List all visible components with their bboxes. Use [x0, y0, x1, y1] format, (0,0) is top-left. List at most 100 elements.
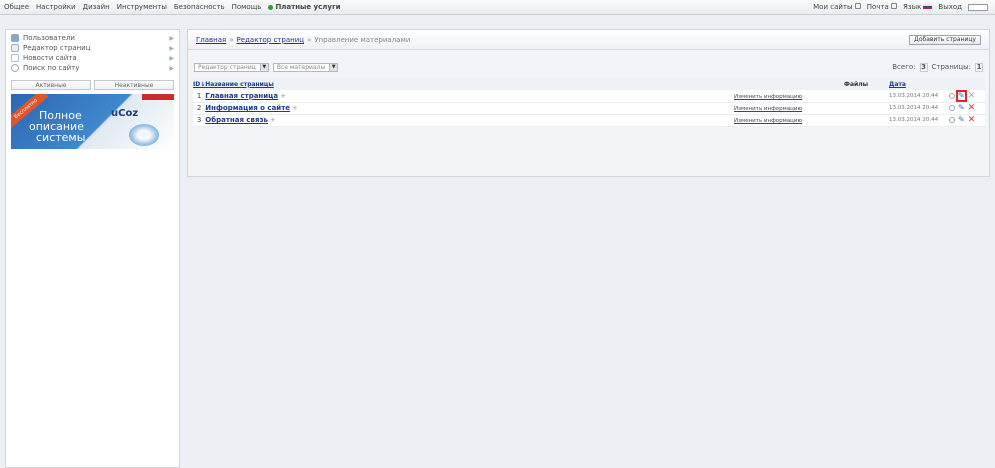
pages-count[interactable]: 1 — [975, 62, 983, 72]
chevron-down-icon: ▼ — [259, 63, 268, 71]
breadcrumb-home[interactable]: Главная — [196, 36, 226, 44]
edit-pencil-icon[interactable]: ✎ — [956, 89, 967, 102]
materials-select[interactable]: Все материалы ▼ — [272, 62, 339, 72]
breadcrumb-current: Управление материалами — [314, 35, 411, 44]
edit-info-link[interactable]: Изменить информацию — [734, 106, 802, 112]
files-header: Файлы — [844, 80, 869, 88]
sort-date-link[interactable]: Дата — [889, 81, 906, 88]
menu-item-general[interactable]: Общее — [4, 3, 29, 11]
expand-icon[interactable]: + — [270, 116, 276, 124]
row-id: 3 — [196, 116, 202, 124]
row-id: 1 — [196, 91, 202, 100]
chevron-right-icon: ▶ — [169, 54, 174, 62]
delete-icon[interactable]: ✕ — [968, 91, 976, 100]
menu-item-settings[interactable]: Настройки — [36, 3, 76, 11]
sidebar-item-label: Пользователи — [23, 34, 75, 42]
chevron-right-icon: ▶ — [169, 44, 174, 52]
promo-banner[interactable]: Бесплатно Полное описание системы uCoz — [11, 94, 174, 149]
menu-item-tools[interactable]: Инструменты — [117, 3, 167, 11]
table-row: 2 Информация о сайте + Изменить информаци… — [193, 102, 985, 114]
row-files — [844, 102, 889, 114]
sidebar-item-label: Редактор страниц — [23, 44, 91, 52]
menu-item-design[interactable]: Дизайн — [83, 3, 110, 11]
view-icon[interactable] — [949, 117, 955, 123]
top-right-menu: Мои сайты Почта Язык Выход — [813, 3, 991, 11]
top-menu-bar: Общее Настройки Дизайн Инструменты Безоп… — [0, 0, 995, 15]
module-tabs: Активные Неактивные — [11, 80, 174, 90]
page-title-link[interactable]: Главная страница — [205, 92, 278, 100]
breadcrumb-separator: » — [229, 35, 234, 44]
breadcrumb-bar: Главная » Редактор страниц » Управление … — [188, 30, 989, 50]
sidebar-item-label: Новости сайта — [23, 54, 77, 62]
delete-icon[interactable]: ✕ — [968, 104, 976, 113]
breadcrumb: Главная » Редактор страниц » Управление … — [196, 36, 410, 44]
menu-item-security[interactable]: Безопасность — [174, 3, 225, 11]
chevron-right-icon: ▶ — [169, 34, 174, 42]
sidebar: Пользователи ▶ Редактор страниц ▶ Новост… — [5, 29, 180, 468]
table-row: 3 Обратная связь + Изменить информацию 13… — [193, 114, 985, 126]
menu-item-help[interactable]: Помощь — [232, 3, 262, 11]
row-date: 13.03.2014 20:44 — [889, 105, 939, 111]
banner-brand: uCoz — [111, 108, 139, 119]
row-date: 13.03.2014 20:44 — [889, 117, 939, 123]
table-header: ID↓ Название страницы Файлы Дата — [193, 78, 985, 90]
edit-info-link[interactable]: Изменить информацию — [734, 118, 802, 124]
materials-select-value: Все материалы — [276, 63, 326, 71]
paid-services-icon — [268, 4, 274, 10]
banner-red-tag — [142, 94, 174, 100]
tab-inactive[interactable]: Неактивные — [94, 80, 174, 90]
sort-id-link[interactable]: ID↓ — [193, 81, 205, 88]
my-sites-link[interactable]: Мои сайты — [813, 3, 861, 11]
mail-icon — [891, 3, 898, 9]
table-row: 1 Главная страница + Изменить информацию … — [193, 89, 985, 102]
expand-icon[interactable]: + — [280, 92, 286, 100]
exit-icon[interactable] — [968, 3, 988, 11]
my-sites-label: Мои сайты — [813, 3, 853, 11]
pages-table: ID↓ Название страницы Файлы Дата 1 Главн… — [193, 78, 985, 127]
main-menu: Общее Настройки Дизайн Инструменты Безоп… — [4, 3, 341, 11]
page-title-link[interactable]: Информация о сайте — [205, 104, 290, 112]
sidebar-item-search[interactable]: Поиск по сайту ▶ — [11, 63, 174, 73]
mail-link[interactable]: Почта — [866, 3, 898, 11]
breadcrumb-page-editor[interactable]: Редактор страниц — [237, 36, 304, 44]
users-icon — [11, 34, 19, 42]
paid-services-label: Платные услуги — [275, 3, 341, 11]
news-icon — [11, 54, 19, 62]
sidebar-nav: Пользователи ▶ Редактор страниц ▶ Новост… — [6, 30, 179, 73]
tab-active[interactable]: Активные — [11, 80, 91, 90]
row-date: 13.03.2014 20:44 — [889, 92, 939, 99]
type-select[interactable]: Редактор страниц ▼ — [194, 62, 269, 72]
total-count: 3 — [919, 62, 928, 72]
expand-icon[interactable]: + — [292, 104, 298, 112]
row-files — [844, 114, 889, 126]
banner-line-3: системы — [36, 131, 86, 144]
sort-title-link[interactable]: Название страницы — [205, 81, 274, 88]
chevron-right-icon: ▶ — [169, 64, 174, 72]
sidebar-item-news[interactable]: Новости сайта ▶ — [11, 53, 174, 63]
sidebar-item-page-editor[interactable]: Редактор страниц ▶ — [11, 43, 174, 53]
add-page-button[interactable]: Добавить страницу — [909, 34, 981, 45]
pages-label: Страницы: — [931, 63, 971, 71]
menu-item-paid-services[interactable]: Платные услуги — [268, 3, 341, 11]
view-icon[interactable] — [949, 105, 955, 111]
search-icon — [11, 64, 19, 72]
edit-info-link[interactable]: Изменить информацию — [734, 94, 802, 100]
mail-label: Почта — [866, 3, 889, 11]
disc-icon — [129, 124, 159, 146]
language-label: Язык — [903, 3, 922, 11]
sites-icon — [854, 3, 861, 9]
breadcrumb-separator: » — [307, 35, 312, 44]
exit-link[interactable]: Выход — [938, 3, 962, 11]
chevron-down-icon: ▼ — [329, 63, 338, 71]
type-select-value: Редактор страниц — [198, 63, 256, 71]
language-switch[interactable]: Язык — [903, 3, 933, 11]
view-icon[interactable] — [949, 92, 955, 99]
page-title-link[interactable]: Обратная связь — [205, 116, 268, 124]
main-panel: Главная » Редактор страниц » Управление … — [187, 29, 990, 177]
edit-pencil-icon[interactable]: ✎ — [958, 116, 965, 124]
filter-bar: Редактор страниц ▼ Все материалы ▼ Всего… — [194, 61, 983, 73]
delete-icon[interactable]: ✕ — [968, 116, 976, 125]
counts: Всего: 3 Страницы: 1 — [892, 62, 983, 72]
sidebar-item-users[interactable]: Пользователи ▶ — [11, 33, 174, 43]
edit-pencil-icon[interactable]: ✎ — [958, 104, 965, 112]
